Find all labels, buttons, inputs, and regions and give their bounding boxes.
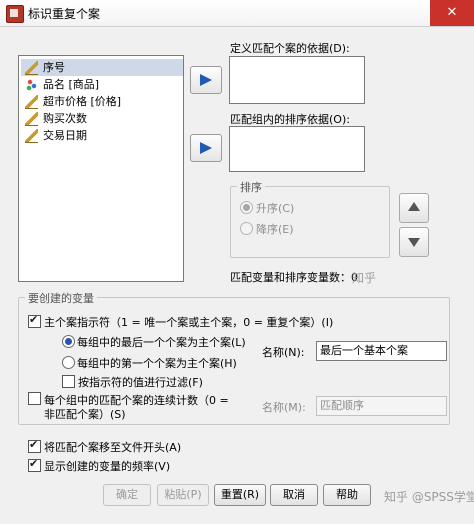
filter-by-indicator-checkbox[interactable]: [62, 375, 75, 388]
close-button[interactable]: ✕: [430, 0, 474, 26]
show-frequency-label: 显示创建的变量的频率(V): [44, 460, 171, 473]
first-case-label: 每组中的第一个个案为主个案(H): [77, 357, 237, 370]
scale-ruler-icon: [25, 61, 38, 75]
last-case-radio[interactable]: [62, 335, 75, 348]
paste-button[interactable]: 粘贴(P): [157, 484, 209, 506]
sort-variables-box[interactable]: [229, 126, 365, 172]
move-to-top-checkbox[interactable]: [28, 438, 41, 453]
descending-label: 降序(E): [256, 223, 294, 236]
first-case-radio[interactable]: [62, 356, 75, 369]
ascending-label: 升序(C): [256, 202, 295, 215]
sort-group-title: 排序: [237, 179, 265, 195]
name-label-sequential: 名称(M):: [262, 401, 306, 414]
show-frequency-checkbox[interactable]: [28, 457, 41, 472]
list-item[interactable]: 超市价格 [价格]: [21, 93, 127, 110]
sequential-count-checkbox[interactable]: [28, 392, 41, 405]
nominal-icon: [25, 78, 38, 91]
window-title: 标识重复个案: [28, 7, 101, 21]
source-variable-list[interactable]: 序号 品名 [商品] 超市价格 [价格] 购买次数 交易日期: [18, 55, 184, 282]
descending-radio[interactable]: [240, 222, 253, 235]
variable-count-text: 匹配变量和排序变量数：: [230, 271, 351, 284]
last-case-label: 每组中的最后一个个案为主个案(L): [77, 336, 246, 349]
create-group-title: 要创建的变量: [25, 290, 97, 306]
match-variables-box[interactable]: [229, 56, 365, 104]
watermark-top: 知乎: [352, 271, 377, 285]
filter-by-indicator-label: 按指示符的值进行过滤(F): [78, 376, 203, 389]
move-down-button[interactable]: [399, 227, 429, 257]
scale-ruler-icon: [25, 112, 38, 126]
title-bar: 标识重复个案 ✕: [0, 0, 474, 27]
right-arrow-icon: [200, 74, 212, 86]
list-item[interactable]: 序号: [21, 59, 183, 76]
watermark-bottom: 知乎 @SPSS学堂: [384, 490, 474, 504]
list-item[interactable]: 交易日期: [21, 127, 93, 144]
app-icon: [6, 5, 24, 23]
primary-indicator-label: 主个案指示符（1 = 唯一个案或主个案，0 = 重复个案）(I): [44, 316, 334, 329]
variable-label: 交易日期: [43, 129, 87, 142]
sequential-name-input[interactable]: 匹配顺序: [316, 396, 447, 416]
scale-ruler-icon: [25, 129, 38, 143]
help-button[interactable]: 帮助: [323, 484, 371, 506]
move-to-match-button[interactable]: [190, 66, 222, 94]
name-label-primary: 名称(N):: [262, 346, 305, 359]
list-item[interactable]: 品名 [商品]: [21, 76, 105, 93]
right-arrow-icon: [200, 142, 212, 154]
move-up-button[interactable]: [399, 193, 429, 223]
reset-button[interactable]: 重置(R): [214, 484, 266, 506]
variable-label: 品名 [商品]: [43, 78, 100, 91]
list-item[interactable]: 购买次数: [21, 110, 93, 127]
match-define-label: 定义匹配个案的依据(D):: [230, 42, 350, 55]
variable-label: 序号: [43, 61, 65, 74]
variable-label: 超市价格 [价格]: [43, 95, 122, 108]
ok-button[interactable]: 确定: [103, 484, 151, 506]
cancel-button[interactable]: 取消: [270, 484, 318, 506]
ascending-radio[interactable]: [240, 201, 253, 214]
primary-name-input[interactable]: 最后一个基本个案: [316, 341, 447, 361]
primary-indicator-checkbox[interactable]: [28, 313, 41, 328]
move-to-sort-button[interactable]: [190, 134, 222, 162]
variable-label: 购买次数: [43, 112, 87, 125]
sort-within-label: 匹配组内的排序依据(O):: [230, 113, 350, 126]
sort-order-group: 排序: [230, 179, 390, 258]
move-to-top-label: 将匹配个案移至文件开头(A): [44, 441, 182, 454]
sequential-count-label-line2: 非匹配个案）(S): [44, 408, 126, 421]
variable-count-label: 匹配变量和排序变量数：0: [230, 269, 358, 285]
scale-ruler-icon: [25, 95, 38, 109]
